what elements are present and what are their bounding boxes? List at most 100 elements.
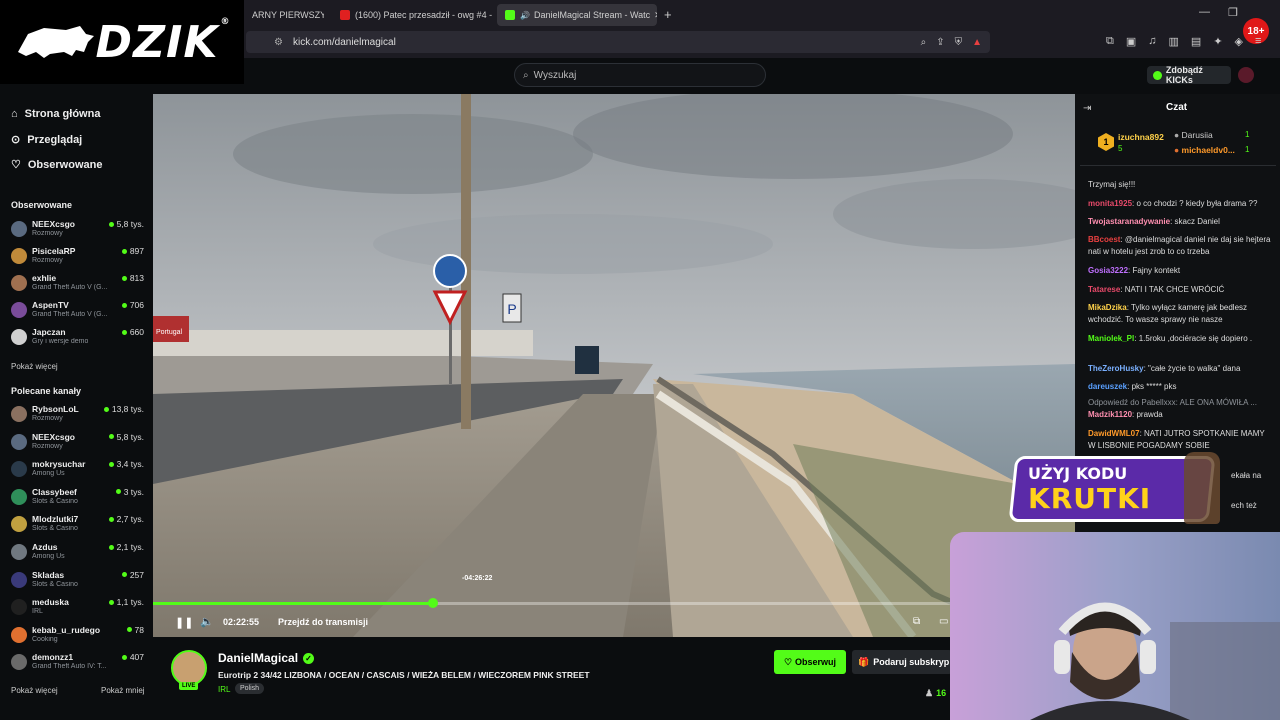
user-avatar[interactable] [1238, 67, 1254, 83]
search-input[interactable]: ⌕ Wyszukaj [514, 63, 766, 87]
show-less-recommended[interactable]: Pokaż mniej [101, 686, 145, 695]
theater-mode-icon[interactable]: ▭ [939, 616, 948, 627]
chat-username[interactable]: MikaDzika [1088, 303, 1127, 312]
video-player[interactable]: P Portugal [153, 94, 1075, 637]
recommended-channel[interactable]: kebab_u_rudego Cooking 78 [11, 625, 144, 651]
browser-tab-active[interactable]: 🔊 DanielMagical Stream - Watc ✕ [497, 4, 657, 26]
chat-username[interactable]: Tatarese [1088, 285, 1120, 294]
chat-username[interactable]: DawidWML07 [1088, 429, 1140, 438]
channel-avatar [11, 571, 27, 588]
chat-username[interactable]: BBcoest [1088, 235, 1120, 244]
channel-name: PisicelaRP [32, 246, 76, 256]
stream-category[interactable]: IRL [218, 685, 230, 694]
channel-name: meduska [32, 597, 69, 608]
chat-username[interactable]: dareuszek [1088, 382, 1127, 391]
followed-channel[interactable]: PisicelaRP Rozmowy 897 [11, 246, 144, 272]
recommended-channel[interactable]: RybsonLoL Rozmowy 13,8 tys. [11, 404, 144, 430]
stream-info: LIVE DanielMagical ✓ Eurotrip 2 34/42 LI… [153, 638, 1075, 720]
channel-avatar [11, 302, 27, 318]
chat-text: : Fajny kontekt [1128, 266, 1181, 275]
progress-handle[interactable] [428, 598, 438, 608]
brave-rewards-icon[interactable]: ▲ [972, 37, 982, 48]
vpn-icon[interactable]: ◈ [1235, 35, 1243, 48]
tab-label: (1600) Patec przesadził - owg #4 - Yo [355, 10, 492, 20]
channel-viewers: 813 [121, 273, 144, 283]
music-icon[interactable]: ♫ [1148, 35, 1156, 48]
dzik-logo: DZIK ® [0, 0, 244, 84]
follow-label: Obserwuj [795, 657, 837, 667]
user-icon: ● [1174, 145, 1180, 155]
show-more-followed[interactable]: Pokaż więcej [11, 362, 58, 371]
ai-icon[interactable]: ✦ [1213, 35, 1222, 48]
live-dot-icon [108, 221, 114, 227]
chat-username[interactable]: monita1925 [1088, 199, 1132, 208]
streamer-avatar[interactable] [171, 650, 207, 686]
live-dot-icon [103, 406, 109, 412]
recommended-channel[interactable]: Mlodzlutki7 Slots & Casino 2,7 tys. [11, 514, 144, 540]
zoom-icon[interactable]: ⌕ [921, 37, 927, 48]
extensions-icon[interactable]: ⧉ [1106, 35, 1114, 48]
tab-label: DanielMagical Stream - Watc [533, 10, 651, 20]
gifter-name[interactable]: ● michaeldv0... [1174, 145, 1235, 155]
new-tab-icon[interactable]: + [664, 7, 672, 22]
chat-username[interactable]: Twojastaranadywanie [1088, 217, 1170, 226]
channel-category: Slots & Casino [32, 580, 78, 588]
followed-channel[interactable]: NEEXcsgo Rozmowy 5,8 tys. [11, 219, 144, 245]
recommended-channel[interactable]: NEEXcsgo Rozmowy 5,8 tys. [11, 432, 144, 458]
gift-sub-button[interactable]: 🎁 Podaruj subskryp [852, 650, 952, 674]
get-kicks-button[interactable]: Zdobądź KICKs [1147, 65, 1231, 85]
chat-username[interactable]: Gosia3222 [1088, 266, 1128, 275]
sidebar-toggle-icon[interactable]: ▥ [1169, 35, 1179, 48]
recommended-channel[interactable]: meduska IRL 1,1 tys. [11, 597, 144, 623]
maximize-icon[interactable]: ❐ [1228, 6, 1238, 19]
address-bar[interactable]: ⚙ kick.com/danielmagical ⌕ ⇪ ⛨ ▲ [246, 31, 990, 53]
streamer-name[interactable]: DanielMagical [218, 651, 298, 665]
chat-message: Gosia3222: Fajny kontekt [1088, 265, 1273, 277]
go-to-live-button[interactable]: Przejdź do transmisji [278, 617, 368, 627]
recommended-channel[interactable]: mokrysuchar Among Us 3,4 tys. [11, 459, 144, 485]
chat-username[interactable]: Madzik1120 [1088, 410, 1132, 419]
site-settings-icon[interactable]: ⚙ [274, 37, 283, 48]
minimize-icon[interactable]: — [1199, 6, 1210, 18]
channel-avatar [11, 433, 27, 450]
wallet-icon[interactable]: ▤ [1191, 35, 1201, 48]
shield-icon[interactable]: ⛨ [955, 37, 963, 48]
recommended-channel[interactable]: demonzz1 Grand Theft Auto IV: T... 407 [11, 652, 144, 678]
menu-icon[interactable]: ≡ [1255, 35, 1261, 48]
follow-button[interactable]: ♡ Obserwuj [774, 650, 846, 674]
chat-message: Maniolek_Pl: 1.5roku ,dociéracie się dop… [1088, 333, 1273, 345]
nav-browse[interactable]: ⊙ Przeglądaj [11, 133, 82, 147]
browser-tab[interactable]: (1600) Patec przesadził - owg #4 - Yo [332, 4, 492, 26]
chat-message: Trzymaj się!!! [1088, 179, 1273, 191]
gifter-name[interactable]: ● Darusiia [1174, 130, 1213, 140]
recommended-channel[interactable]: Azdus Among Us 2,1 tys. [11, 542, 144, 568]
channel-category: Slots & Casino [32, 497, 78, 505]
nav-following[interactable]: ♡ Obserwowane [11, 158, 102, 172]
channel-avatar [11, 221, 27, 237]
show-more-recommended[interactable]: Pokaż więcej [11, 686, 58, 695]
share-icon[interactable]: ⇪ [936, 37, 944, 48]
screenshot-icon[interactable]: ▣ [1126, 35, 1136, 48]
followed-channel[interactable]: AspenTV Grand Theft Auto V (G... 706 [11, 300, 144, 326]
recommended-channel[interactable]: Classybeef Slots & Casino 3 tys. [11, 487, 144, 513]
recommended-channel[interactable]: Skladas Slots & Casino 257 [11, 570, 144, 596]
chat-text: Odpowiedź do Pabellxxx: ALE ONA MÓWIŁA .… [1088, 398, 1257, 407]
live-dot-icon [108, 599, 114, 605]
followed-channel[interactable]: Japczan Gry i wersje demo 660 [11, 327, 144, 353]
nav-home[interactable]: ⌂ Strona główna [11, 108, 100, 120]
browser-tab[interactable]: ARNY PIERWSZY VLO [244, 4, 324, 26]
mascot-figure [1184, 452, 1220, 524]
chat-username[interactable]: Maniolek_Pl [1088, 334, 1134, 343]
close-tab-icon[interactable]: ✕ [650, 10, 657, 21]
stream-tag[interactable]: Polish [235, 683, 265, 694]
chat-username[interactable]: TheZeroHusky [1088, 364, 1144, 373]
gifter-name[interactable]: izuchna892 [1118, 132, 1164, 142]
pip-icon[interactable]: ⧉ [913, 616, 920, 627]
collapse-chat-icon[interactable]: ⇥ [1083, 103, 1091, 114]
pause-icon[interactable]: ❚❚ [175, 616, 193, 629]
channel-category: Cooking [32, 635, 58, 643]
viewer-count-value: 78 [134, 624, 144, 635]
streamer-name-row: DanielMagical ✓ [218, 651, 315, 665]
followed-channel[interactable]: exhlie Grand Theft Auto V (G... 813 [11, 273, 144, 299]
volume-icon[interactable]: 🔈 [200, 615, 214, 628]
